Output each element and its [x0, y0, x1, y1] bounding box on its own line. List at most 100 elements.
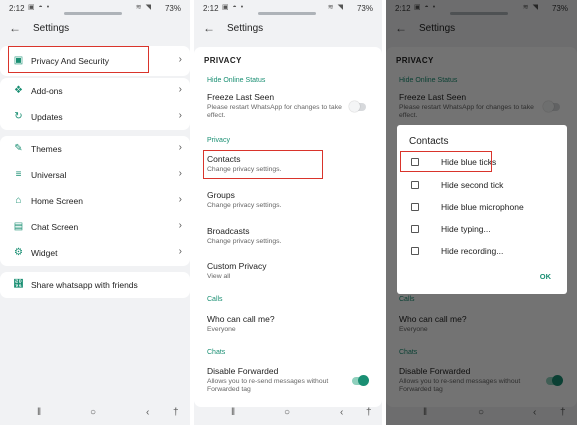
settings-item-label: Chat Screen	[31, 222, 79, 232]
settings-group-share: ⮖ Share whatsapp with friends	[0, 272, 190, 298]
recents-icon[interactable]: ‖	[231, 407, 235, 418]
share-icon: ⮖	[13, 279, 24, 290]
battery-level: 73%	[356, 4, 373, 13]
status-pill	[258, 12, 316, 15]
item-subtitle: Everyone	[207, 326, 236, 333]
settings-item-widget[interactable]: ⚙ Widget ›	[0, 240, 190, 266]
page-title: Settings	[33, 23, 70, 34]
item-subtitle: Change privacy settings.	[207, 238, 282, 245]
chevron-right-icon: ›	[178, 110, 182, 121]
highlight-box	[203, 150, 323, 179]
who-can-call-item[interactable]: Who can call me? Everyone	[207, 314, 374, 334]
checkbox[interactable]	[411, 247, 419, 255]
privacy-screen-with-dialog: 2:12 ▣ ◓ • ≋ ◥ 73% ← Settings PRIVACY Hi…	[386, 0, 577, 425]
settings-item-chat-screen[interactable]: ▤ Chat Screen ›	[0, 214, 190, 240]
status-bar: 2:12 ▣ ◓ • ≋ ◥ 73%	[194, 0, 382, 16]
highlight-box	[8, 46, 149, 73]
settings-item-share[interactable]: ⮖ Share whatsapp with friends	[0, 272, 190, 298]
settings-screen: 2:12 ▣ ◓ • ≋ ◥ 73% ← Settings ▣ Privacy …	[0, 0, 190, 425]
chevron-right-icon: ›	[178, 220, 182, 231]
settings-item-label: Themes	[31, 144, 62, 154]
signal-icons: ≋ ◥	[135, 4, 152, 11]
item-subtitle: Allows you to re-send messages without F…	[207, 378, 329, 393]
privacy-screen: 2:12 ▣ ◓ • ≋ ◥ 73% ← Settings PRIVACY Hi…	[194, 0, 382, 425]
home-button-icon[interactable]: ○	[90, 407, 96, 418]
notification-icons: ▣ ◓ •	[28, 4, 51, 11]
section-hide-online: Hide Online Status	[207, 77, 266, 84]
option-label: Hide second tick	[441, 180, 504, 190]
broadcasts-item[interactable]: Broadcasts Change privacy settings.	[207, 226, 374, 246]
brush-icon: ✎	[14, 143, 23, 154]
back-arrow-icon[interactable]: ←	[203, 21, 215, 35]
section-privacy: Privacy	[207, 137, 230, 144]
item-title: Freeze Last Seen	[207, 92, 275, 102]
item-title: Custom Privacy	[207, 261, 267, 271]
checkbox[interactable]	[411, 203, 419, 211]
chevron-right-icon: ›	[178, 84, 182, 95]
toggle-knob	[349, 101, 360, 112]
privacy-header: PRIVACY	[204, 56, 242, 65]
freeze-last-seen-toggle[interactable]	[349, 101, 366, 112]
custom-privacy-item[interactable]: Custom Privacy View all	[207, 261, 374, 281]
gear-icon: ⚙	[14, 247, 23, 258]
item-subtitle: Please restart WhatsApp for changes to t…	[207, 104, 342, 119]
chat-icon: ▤	[13, 221, 24, 232]
chevron-right-icon: ›	[178, 142, 182, 153]
signal-icons: ≋ ◥	[327, 4, 344, 11]
settings-item-label: Add-ons	[31, 86, 63, 96]
option-label: Hide blue microphone	[441, 202, 524, 212]
checkbox[interactable]	[411, 225, 419, 233]
app-bar: ← Settings	[0, 18, 190, 42]
toggle-knob	[358, 375, 369, 386]
disable-forwarded-item[interactable]: Disable Forwarded Allows you to re-send …	[207, 366, 374, 394]
notification-icons: ▣ ◓ •	[222, 4, 245, 11]
back-nav-icon[interactable]: ‹	[340, 407, 343, 418]
puzzle-icon: ❖	[14, 85, 23, 96]
system-nav-bar: ‖ ○ ‹ †	[194, 403, 382, 425]
settings-item-label: Updates	[31, 112, 63, 122]
settings-item-home-screen[interactable]: ⌂ Home Screen ›	[0, 188, 190, 214]
checkbox[interactable]	[411, 181, 419, 189]
settings-item-themes[interactable]: ✎ Themes ›	[0, 136, 190, 162]
settings-item-label: Share whatsapp with friends	[31, 280, 138, 290]
settings-item-universal[interactable]: ≡ Universal ›	[0, 162, 190, 188]
dialog-title: Contacts	[409, 136, 449, 147]
home-icon: ⌂	[15, 195, 22, 206]
back-nav-icon[interactable]: ‹	[146, 407, 149, 418]
accessibility-icon[interactable]: †	[366, 407, 372, 418]
battery-level: 73%	[164, 4, 181, 13]
settings-group-appearance: ✎ Themes › ≡ Universal › ⌂ Home Screen ›…	[0, 136, 190, 266]
home-button-icon[interactable]: ○	[284, 407, 290, 418]
back-arrow-icon[interactable]: ←	[9, 21, 21, 35]
recents-icon[interactable]: ‖	[37, 407, 41, 418]
item-title: Groups	[207, 190, 235, 200]
settings-item-label: Home Screen	[31, 196, 83, 206]
status-time: 2:12	[203, 4, 219, 13]
section-calls: Calls	[207, 296, 223, 303]
disable-forwarded-toggle[interactable]	[352, 375, 369, 386]
page-title: Settings	[227, 23, 264, 34]
highlight-box	[400, 151, 492, 172]
ok-button[interactable]: OK	[540, 272, 551, 281]
settings-item-updates[interactable]: ↻ Updates ›	[0, 104, 190, 130]
settings-item-addons[interactable]: ❖ Add-ons ›	[0, 78, 190, 104]
settings-item-label: Universal	[31, 170, 67, 180]
option-label: Hide typing...	[441, 224, 491, 234]
settings-item-label: Widget	[31, 248, 58, 258]
app-bar: ← Settings	[194, 18, 382, 42]
chevron-right-icon: ›	[178, 54, 182, 65]
settings-group-addons: ❖ Add-ons › ↻ Updates ›	[0, 78, 190, 130]
accessibility-icon[interactable]: †	[173, 407, 179, 418]
section-chats: Chats	[207, 349, 226, 356]
item-title: Disable Forwarded	[207, 366, 279, 376]
chevron-right-icon: ›	[178, 246, 182, 257]
chevron-right-icon: ›	[178, 194, 182, 205]
groups-item[interactable]: Groups Change privacy settings.	[207, 190, 374, 210]
status-pill	[64, 12, 122, 15]
privacy-list: PRIVACY Hide Online Status Freeze Last S…	[194, 47, 382, 407]
status-time: 2:12	[9, 4, 25, 13]
item-subtitle: Change privacy settings.	[207, 202, 282, 209]
status-bar: 2:12 ▣ ◓ • ≋ ◥ 73%	[0, 0, 190, 16]
sliders-icon: ≡	[15, 169, 22, 180]
option-label: Hide recording...	[441, 246, 504, 256]
